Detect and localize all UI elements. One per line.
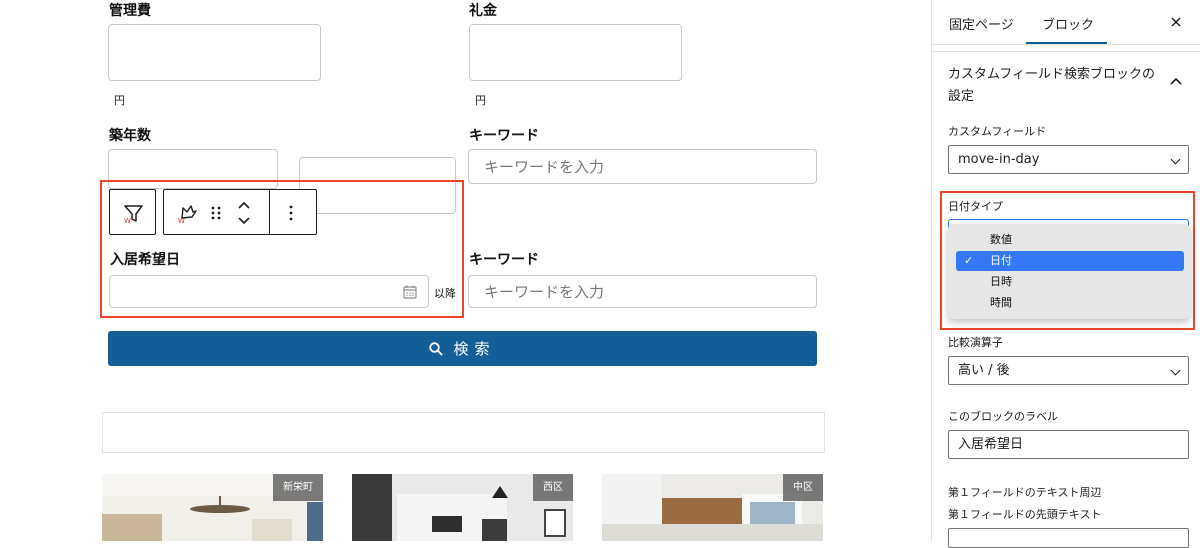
listing-card[interactable]: 中区 [602, 474, 823, 541]
keyword-input[interactable]: キーワードを入力 [468, 149, 817, 184]
date-type-option-label: 日付 [990, 254, 1012, 267]
first-field-prefix-input[interactable] [948, 528, 1189, 548]
listing-area-tag: 新栄町 [273, 474, 323, 501]
date-type-option[interactable]: 時間 [956, 293, 1184, 313]
date-type-option[interactable]: 日時 [956, 272, 1184, 292]
panel-title[interactable]: カスタムフィールド検索ブロックの 設定 [948, 64, 1168, 108]
editor-canvas: 管理費 円 礼金 円 築年数 キーワード キーワードを入力 W W 入居希望日 … [0, 0, 931, 541]
panel-divider [932, 51, 1200, 52]
close-icon[interactable] [1169, 15, 1183, 29]
comparison-label: 比較演算子 [948, 336, 1003, 349]
empty-block[interactable] [102, 412, 825, 453]
management-fee-label: 管理費 [109, 3, 151, 19]
search-icon [429, 341, 444, 356]
management-fee-unit: 円 [114, 94, 125, 107]
listing-card[interactable]: 西区 [352, 474, 573, 541]
key-money-unit: 円 [475, 94, 486, 107]
chevron-down-icon [1170, 365, 1181, 376]
move-in-date-label: 入居希望日 [110, 252, 180, 268]
custom-field-label: カスタムフィールド [948, 125, 1047, 138]
custom-field-value: move-in-day [958, 152, 1040, 167]
settings-sidebar: 固定ページ ブロック カスタムフィールド検索ブロックの 設定 カスタムフィールド… [931, 0, 1200, 548]
first-field-text-label: 第１フィールドのテキスト周辺 [948, 486, 1102, 499]
building-age-label: 築年数 [109, 128, 151, 144]
block-label-value: 入居希望日 [958, 437, 1024, 452]
block-label-input[interactable]: 入居希望日 [948, 430, 1189, 459]
chevron-up-icon[interactable] [1169, 76, 1183, 86]
keyword2-input[interactable]: キーワードを入力 [468, 275, 817, 308]
block-label-label: このブロックのラベル [948, 410, 1058, 423]
management-fee-input[interactable] [108, 24, 321, 81]
listing-area-tag: 西区 [533, 474, 573, 501]
move-in-date-input[interactable] [109, 275, 429, 308]
listing-card[interactable]: 新栄町 [102, 474, 323, 541]
tab-block[interactable]: ブロック [1042, 14, 1094, 33]
first-field-prefix-label: 第１フィールドの先頭テキスト [948, 508, 1102, 521]
tab-page[interactable]: 固定ページ [949, 14, 1014, 33]
chevron-down-icon [1170, 154, 1181, 165]
search-button[interactable]: 検索 [108, 331, 817, 366]
keyword2-label: キーワード [469, 252, 539, 268]
comparison-select[interactable]: 高い / 後 [948, 356, 1189, 385]
keyword-label: キーワード [469, 128, 539, 144]
key-money-label: 礼金 [469, 3, 497, 19]
date-type-dropdown: 数値 ✓ 日付 日時 時間 [948, 224, 1190, 319]
date-type-label: 日付タイプ [948, 200, 1003, 213]
panel-title-line1: カスタムフィールド検索ブロックの [948, 67, 1155, 82]
listing-area-tag: 中区 [783, 474, 823, 501]
calendar-icon[interactable] [402, 284, 418, 300]
after-text: 以降 [434, 287, 456, 300]
key-money-input[interactable] [469, 24, 682, 81]
comparison-value: 高い / 後 [958, 363, 1010, 378]
date-type-option[interactable]: 数値 [956, 230, 1184, 250]
checkmark-icon: ✓ [964, 254, 974, 267]
tabs-divider [932, 44, 1200, 45]
search-button-label: 検索 [453, 340, 496, 358]
panel-title-line2: 設定 [948, 89, 975, 104]
date-type-option-selected[interactable]: ✓ 日付 [956, 251, 1184, 271]
custom-field-select[interactable]: move-in-day [948, 145, 1189, 174]
